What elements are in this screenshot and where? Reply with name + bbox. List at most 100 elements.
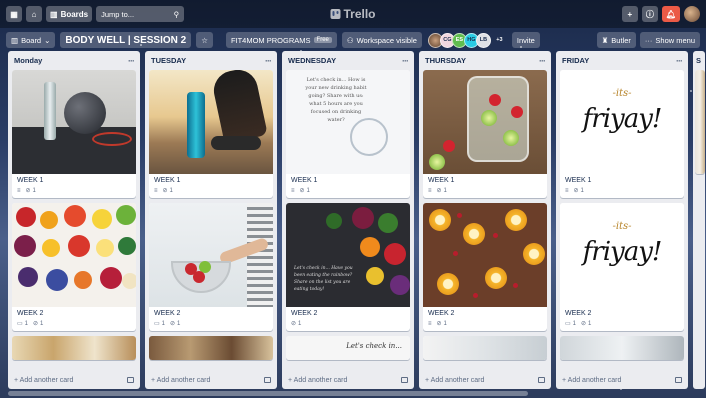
card-title: WEEK 1 (291, 177, 318, 184)
card[interactable] (149, 336, 273, 360)
list-title[interactable]: TUESDAY (151, 56, 186, 65)
add-card-button[interactable]: + Add another card (145, 371, 277, 389)
butler-label: Butler (611, 35, 631, 45)
workspace-button[interactable]: FIT4MOM PROGRAMS Free (225, 32, 337, 48)
paperclip-icon: ⊘ (33, 321, 39, 327)
list-title[interactable]: WEDNESDAY (288, 56, 336, 65)
list-wednesday: WEDNESDAY ··· Let's check in... How is y… (282, 51, 414, 389)
list-next-partial[interactable]: S (693, 51, 705, 389)
search-input[interactable]: Jump to... ⚲ (96, 6, 185, 22)
list-header[interactable]: TUESDAY ··· (145, 51, 277, 70)
more-members[interactable]: +3 (492, 33, 507, 48)
board-view-icon: ▥ (11, 35, 19, 45)
card[interactable]: WEEK 2 ▭ 1 ⊘ 1 (149, 203, 273, 331)
member-avatar[interactable]: LB (475, 32, 491, 48)
card-cover-image (423, 336, 547, 360)
visibility-button[interactable]: ⚇ Workspace visible (341, 32, 422, 48)
notifications-button[interactable]: 🔔︎ (661, 6, 680, 22)
card-cover-image (12, 203, 136, 307)
cover-text: friyay! (582, 237, 663, 267)
card-title: WEEK 2 (154, 310, 181, 317)
card[interactable]: WEEK 2 ≡ ⊘ 1 (423, 203, 547, 331)
card[interactable]: WEEK 1 ≡ ⊘ 1 (12, 70, 136, 198)
home-icon: ⌂ (31, 9, 37, 19)
card[interactable]: WEEK 1 ≡ ⊘ 1 (423, 70, 547, 198)
card[interactable] (560, 336, 684, 360)
list-monday: Monday ··· WEEK 1 ≡ ⊘ 1 WEEK 2 ▭ 1 ⊘ 1 +… (8, 51, 140, 389)
create-button[interactable]: + (621, 6, 638, 22)
board-title[interactable]: BODY WELL | SESSION 2 (60, 32, 192, 48)
paperclip-icon: ⊘ (573, 188, 579, 194)
butler-button[interactable]: ♜ Butler (596, 32, 636, 48)
list-title[interactable]: FRIDAY (562, 56, 589, 65)
card-cover-image (149, 336, 273, 360)
board-members: CG ES HG LB +3 (427, 32, 507, 48)
list-header[interactable]: S (693, 51, 705, 70)
list-header[interactable]: THURSDAY ··· (419, 51, 551, 70)
card[interactable]: WEEK 1 ≡ ⊘ 1 (149, 70, 273, 198)
card[interactable]: Let's check in... How is your new drinki… (286, 70, 410, 198)
card-cover-image: Let's check in... How is your new drinki… (286, 70, 410, 174)
card-cover-image: -its- friyay! (560, 70, 684, 174)
apps-button[interactable]: ▦ (6, 6, 22, 22)
card-template-icon[interactable] (127, 377, 134, 383)
add-card-label: + Add another card (425, 376, 485, 384)
card-badges: ▭ 1 ⊘ 1 (154, 320, 268, 328)
attachment-badge: ⊘ 1 (436, 187, 447, 195)
card[interactable]: -its- friyay! WEEK 2 ▭ 1 ⊘ 1 (560, 203, 684, 331)
card[interactable]: Let's check in... Have you been eating t… (286, 203, 410, 331)
list-title[interactable]: S (696, 56, 701, 65)
comment-icon: ▭ (154, 321, 160, 327)
card[interactable] (695, 70, 705, 174)
add-card-button[interactable]: + Add another card (556, 371, 688, 389)
card-template-icon[interactable] (675, 377, 682, 383)
show-menu-button[interactable]: ··· Show menu (639, 32, 700, 48)
trello-logo[interactable]: Trello (330, 7, 376, 21)
card[interactable] (423, 336, 547, 360)
user-avatar[interactable] (684, 6, 700, 22)
board-view-switcher[interactable]: ▥ Board ⌄ (6, 32, 56, 48)
list-menu-icon[interactable]: ··· (128, 56, 135, 66)
card-template-icon[interactable] (538, 377, 545, 383)
plus-icon: + (627, 9, 633, 19)
card[interactable]: Let's check in... (286, 336, 410, 360)
horizontal-scrollbar[interactable] (8, 391, 528, 396)
comment-badge: ▭ 1 (154, 320, 166, 328)
card-template-icon[interactable] (264, 377, 271, 383)
list-menu-icon[interactable]: ··· (265, 56, 272, 66)
home-button[interactable]: ⌂ (26, 6, 42, 22)
attachment-badge: ⊘ 1 (299, 187, 310, 195)
add-card-label: + Add another card (151, 376, 211, 384)
trello-board-icon: ▥ (50, 9, 58, 19)
add-card-label: + Add another card (14, 376, 74, 384)
card[interactable]: -its- friyay! WEEK 1 ≡ ⊘ 1 (560, 70, 684, 198)
add-card-button[interactable]: + Add another card (282, 371, 414, 389)
card[interactable]: WEEK 2 ▭ 1 ⊘ 1 (12, 203, 136, 331)
card-template-icon[interactable] (401, 377, 408, 383)
card-cover-image (12, 336, 136, 360)
list-menu-icon[interactable]: ··· (676, 56, 683, 66)
invite-button[interactable]: Invite (511, 32, 540, 48)
grid-icon: ▦ (10, 9, 18, 19)
list-title[interactable]: Monday (14, 56, 42, 65)
list-header[interactable]: WEDNESDAY ··· (282, 51, 414, 70)
list-header[interactable]: FRIDAY ··· (556, 51, 688, 70)
list-header[interactable]: Monday ··· (8, 51, 140, 70)
card-badges: ▭ 1 ⊘ 1 (17, 320, 131, 328)
add-card-button[interactable]: + Add another card (8, 371, 140, 389)
list-menu-icon[interactable]: ··· (402, 56, 409, 66)
boards-label: Boards (60, 9, 89, 19)
search-placeholder: Jump to... (101, 9, 135, 19)
list-menu-icon[interactable]: ··· (539, 56, 546, 66)
list-title[interactable]: THURSDAY (425, 56, 466, 65)
card-badges: ≡ ⊘ 1 (17, 187, 131, 195)
star-board-button[interactable]: ☆ (196, 32, 213, 48)
card-title: WEEK 2 (291, 310, 318, 317)
add-card-button[interactable]: + Add another card (419, 371, 551, 389)
card-title: WEEK 1 (428, 177, 455, 184)
attachment-badge: ⊘ 1 (33, 320, 44, 328)
boards-button[interactable]: ▥ Boards (46, 6, 93, 22)
info-button[interactable]: ⓘ (641, 6, 658, 22)
card[interactable] (12, 336, 136, 360)
card-cover-image: Let's check in... (286, 336, 410, 360)
